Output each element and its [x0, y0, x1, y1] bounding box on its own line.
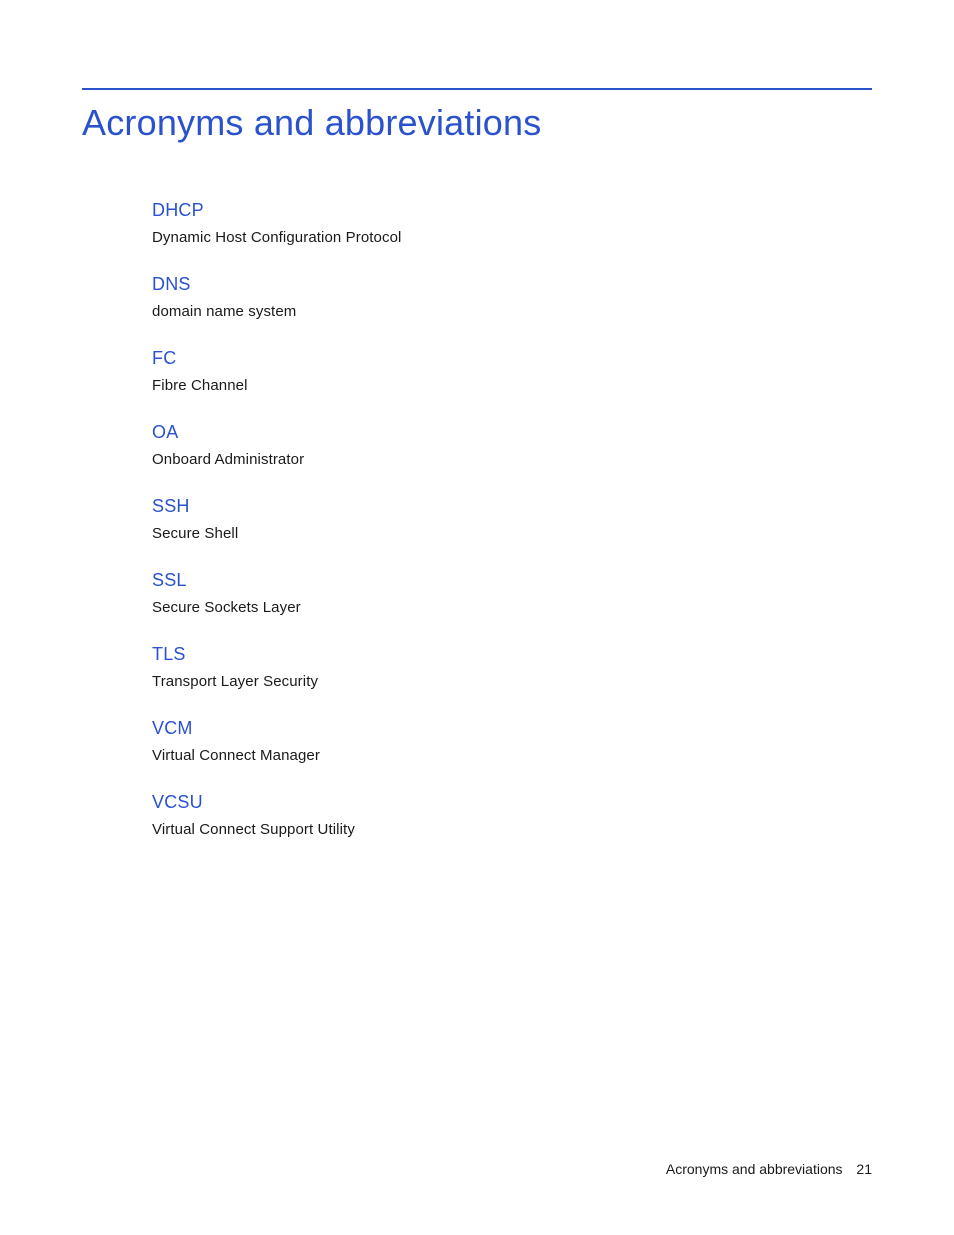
- glossary-content: DHCP Dynamic Host Configuration Protocol…: [152, 200, 872, 866]
- term: FC: [152, 348, 872, 369]
- footer-section-label: Acronyms and abbreviations: [666, 1161, 843, 1177]
- glossary-entry: FC Fibre Channel: [152, 348, 872, 394]
- definition: Virtual Connect Manager: [152, 747, 872, 764]
- definition: domain name system: [152, 303, 872, 320]
- glossary-entry: TLS Transport Layer Security: [152, 644, 872, 690]
- term: SSH: [152, 496, 872, 517]
- definition: Transport Layer Security: [152, 673, 872, 690]
- glossary-entry: VCM Virtual Connect Manager: [152, 718, 872, 764]
- top-rule: [82, 88, 872, 90]
- term: OA: [152, 422, 872, 443]
- term: VCSU: [152, 792, 872, 813]
- glossary-entry: DHCP Dynamic Host Configuration Protocol: [152, 200, 872, 246]
- definition: Virtual Connect Support Utility: [152, 821, 872, 838]
- term: TLS: [152, 644, 872, 665]
- page-number: 21: [856, 1161, 872, 1177]
- term: SSL: [152, 570, 872, 591]
- term: DHCP: [152, 200, 872, 221]
- term: DNS: [152, 274, 872, 295]
- definition: Secure Sockets Layer: [152, 599, 872, 616]
- glossary-entry: SSL Secure Sockets Layer: [152, 570, 872, 616]
- definition: Onboard Administrator: [152, 451, 872, 468]
- page-title: Acronyms and abbreviations: [82, 102, 541, 144]
- glossary-entry: OA Onboard Administrator: [152, 422, 872, 468]
- definition: Secure Shell: [152, 525, 872, 542]
- definition: Dynamic Host Configuration Protocol: [152, 229, 872, 246]
- definition: Fibre Channel: [152, 377, 872, 394]
- glossary-entry: SSH Secure Shell: [152, 496, 872, 542]
- glossary-entry: DNS domain name system: [152, 274, 872, 320]
- term: VCM: [152, 718, 872, 739]
- page-footer: Acronyms and abbreviations 21: [666, 1161, 872, 1177]
- glossary-entry: VCSU Virtual Connect Support Utility: [152, 792, 872, 838]
